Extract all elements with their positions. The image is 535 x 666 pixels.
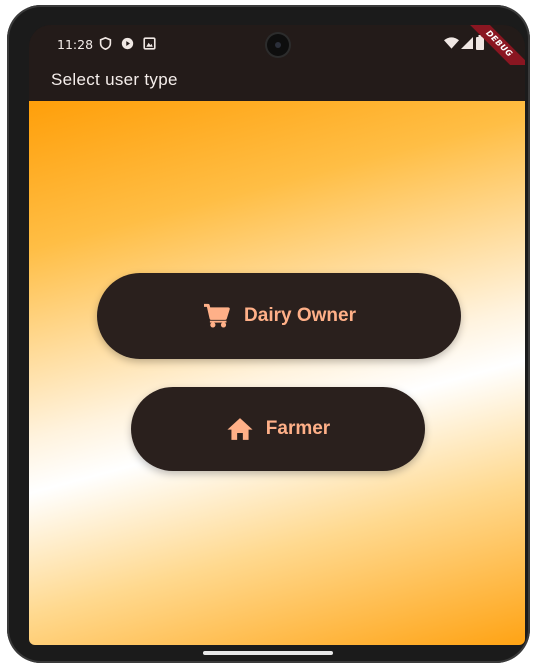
- farmer-label: Farmer: [265, 418, 331, 439]
- notification-image-icon: [143, 37, 156, 50]
- status-bar: 11:28 DEBUG: [29, 25, 525, 83]
- dairy-owner-label: Dairy Owner: [244, 305, 356, 326]
- shield-icon: [99, 37, 112, 50]
- farmer-button[interactable]: Farmer: [131, 387, 425, 471]
- home-gesture-bar[interactable]: [203, 651, 333, 655]
- wifi-icon: [444, 37, 459, 49]
- main-content: Dairy Owner Farmer: [29, 101, 525, 645]
- page-title: Select user type: [51, 70, 178, 89]
- shopping-cart-icon: [204, 303, 230, 328]
- signal-icon: [461, 37, 473, 49]
- app-bar: Select user type: [29, 65, 525, 101]
- dairy-owner-button[interactable]: Dairy Owner: [97, 273, 461, 359]
- screen: 11:28 DEBUG Select user type Dairy Owner…: [29, 25, 525, 645]
- phone-frame: 11:28 DEBUG Select user type Dairy Owner…: [7, 5, 530, 663]
- play-circle-icon: [121, 37, 134, 50]
- home-icon: [227, 418, 253, 440]
- status-time: 11:28: [57, 37, 94, 52]
- front-camera: [267, 34, 289, 56]
